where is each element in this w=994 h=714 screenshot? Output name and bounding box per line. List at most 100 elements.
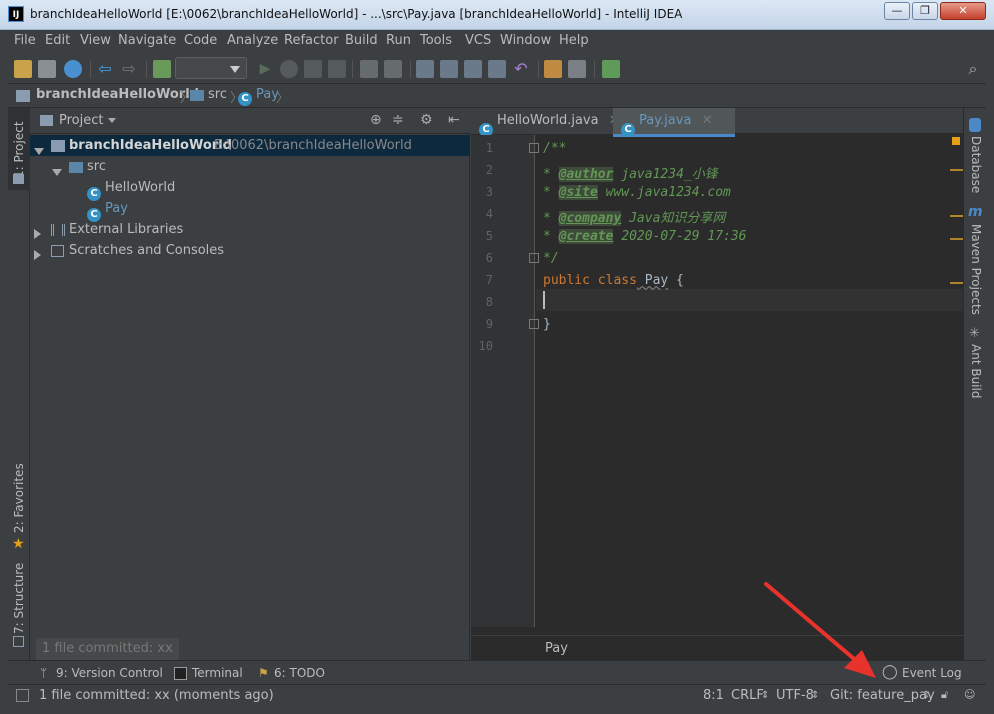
code-line-2[interactable]: * @author java1234_小锋 xyxy=(543,163,718,182)
maximize-button[interactable]: ❐ xyxy=(912,2,938,20)
fold-marker-icon[interactable] xyxy=(529,143,539,153)
tree-root-path: E:\0062\branchIdeaHelloWorld xyxy=(214,138,412,153)
hide-panel-icon[interactable]: ⇤ xyxy=(448,112,460,128)
status-message[interactable]: 1 file committed: xx (moments ago) xyxy=(39,688,274,703)
menu-file[interactable]: File xyxy=(14,33,36,48)
settings-wrench-icon[interactable] xyxy=(544,60,562,78)
expand-arrow-icon[interactable] xyxy=(34,245,41,266)
tree-root-name: branchIdeaHelloWorld xyxy=(69,138,232,153)
collapse-all-icon[interactable]: ≑ xyxy=(392,112,404,128)
back-arrow-icon[interactable]: ⇦ xyxy=(96,60,114,78)
code-line-9[interactable]: } xyxy=(543,317,551,332)
gear-icon[interactable]: ⚙ xyxy=(420,112,433,128)
code-line-4[interactable]: * @company Java知识分享网 xyxy=(543,207,725,226)
tab-favorites[interactable]: 2: Favorites xyxy=(12,463,26,533)
source-folder-icon xyxy=(69,162,83,173)
version-control-button[interactable]: 9: Version Control xyxy=(56,666,163,680)
tree-root-row[interactable]: branchIdeaHelloWorld E:\0062\branchIdeaH… xyxy=(30,135,470,156)
lock-icon[interactable]: 🔓︎ xyxy=(941,688,948,702)
build-icon[interactable] xyxy=(153,60,171,78)
menu-build[interactable]: Build xyxy=(345,33,378,48)
menu-help[interactable]: Help xyxy=(559,33,589,48)
sync-icon[interactable] xyxy=(64,60,82,78)
line-number: 7 xyxy=(485,273,493,287)
code-line-7[interactable]: public class Pay { xyxy=(543,273,684,288)
revert-icon[interactable]: ↶ xyxy=(512,60,530,78)
line-number: 1 xyxy=(485,141,493,155)
tab-pay[interactable]: C Pay.java ✕ xyxy=(613,108,735,137)
tab-maven-projects[interactable]: Maven Projects xyxy=(969,224,983,315)
menu-view[interactable]: View xyxy=(80,33,111,48)
menu-edit[interactable]: Edit xyxy=(45,33,70,48)
event-log-button[interactable]: Event Log xyxy=(902,666,962,680)
open-folder-icon[interactable] xyxy=(14,60,32,78)
stop-icon[interactable] xyxy=(328,60,346,78)
warning-marker[interactable] xyxy=(950,282,963,284)
caret-position[interactable]: 8:1 xyxy=(703,688,724,703)
breadcrumb-class[interactable]: Pay xyxy=(545,641,568,656)
menu-vcs[interactable]: VCS xyxy=(465,33,491,48)
close-tab-icon[interactable]: ✕ xyxy=(702,113,713,128)
menu-run[interactable]: Run xyxy=(386,33,411,48)
run-config-dropdown[interactable] xyxy=(175,57,247,79)
tab-structure[interactable]: 7: Structure xyxy=(12,563,26,634)
tree-row-external-libraries[interactable]: External Libraries xyxy=(30,219,470,240)
menu-refactor[interactable]: Refactor xyxy=(284,33,339,48)
menu-window[interactable]: Window xyxy=(500,33,551,48)
warning-marker[interactable] xyxy=(950,215,963,217)
tab-project[interactable]: 1: Project xyxy=(12,121,26,178)
code-line-1[interactable]: /** xyxy=(543,141,566,156)
code-line-5[interactable]: * @create 2020-07-29 17:36 xyxy=(543,229,747,244)
tab-database[interactable]: Database xyxy=(969,136,983,193)
encoding-selector[interactable]: UTF-8 xyxy=(776,688,814,703)
debug-icon[interactable] xyxy=(280,60,298,78)
history-icon[interactable] xyxy=(488,60,506,78)
git-branch-selector[interactable]: Git: feature_pay xyxy=(830,688,935,703)
todo-button[interactable]: 6: TODO xyxy=(274,666,325,680)
nav-project[interactable]: branchIdeaHelloWorld xyxy=(36,87,199,102)
tab-ant-build[interactable]: Ant Build xyxy=(969,344,983,398)
search-everywhere-icon[interactable]: ⌕ xyxy=(964,60,982,78)
vcs-update-icon[interactable] xyxy=(360,60,378,78)
minimize-button[interactable]: — xyxy=(884,2,910,20)
vcs-commit-icon[interactable] xyxy=(384,60,402,78)
fold-marker-icon[interactable] xyxy=(529,319,539,329)
run-icon[interactable]: ▶ xyxy=(256,60,274,78)
branch-icon[interactable] xyxy=(440,60,458,78)
tree-row-scratches[interactable]: Scratches and Consoles xyxy=(30,240,470,261)
toggle-tool-buttons-icon[interactable] xyxy=(16,689,29,702)
line-number: 4 xyxy=(485,207,493,221)
warning-marker[interactable] xyxy=(950,238,963,240)
menu-code[interactable]: Code xyxy=(184,33,217,48)
project-view-selector[interactable]: Project xyxy=(59,113,103,128)
close-window-button[interactable]: ✕ xyxy=(940,2,986,20)
code-line-3[interactable]: * @site www.java1234.com xyxy=(543,185,731,200)
project-structure-icon[interactable] xyxy=(568,60,586,78)
coverage-icon[interactable] xyxy=(304,60,322,78)
locate-file-icon[interactable]: ⊕ xyxy=(370,112,382,128)
save-all-icon[interactable] xyxy=(38,60,56,78)
tree-row-pay[interactable]: C Pay xyxy=(30,198,470,222)
compare-icon[interactable] xyxy=(416,60,434,78)
sdk-download-icon[interactable] xyxy=(602,60,620,78)
menu-tools[interactable]: Tools xyxy=(420,33,452,48)
tree-helloworld-label: HelloWorld xyxy=(105,180,176,195)
tree-row-src[interactable]: src xyxy=(30,156,470,177)
terminal-button[interactable]: Terminal xyxy=(192,666,243,680)
fold-marker-icon[interactable] xyxy=(529,253,539,263)
code-line-6[interactable]: */ xyxy=(543,251,559,266)
arrow-shaft xyxy=(764,582,862,666)
inspector-icon[interactable]: ☺︎ xyxy=(964,688,975,701)
chevron-down-icon[interactable] xyxy=(108,118,116,123)
menu-navigate[interactable]: Navigate xyxy=(118,33,176,48)
warning-marker[interactable] xyxy=(950,169,963,171)
menu-analyze[interactable]: Analyze xyxy=(227,33,278,48)
menu-bar: File Edit View Navigate Code Analyze Ref… xyxy=(8,30,986,54)
terminal-icon xyxy=(174,667,187,680)
push-icon[interactable] xyxy=(464,60,482,78)
line-separator-selector[interactable]: CRLF xyxy=(731,688,764,703)
tree-row-helloworld[interactable]: C HelloWorld xyxy=(30,177,470,201)
forward-arrow-icon[interactable]: ⇨ xyxy=(120,60,138,78)
analysis-status-icon[interactable] xyxy=(952,137,960,145)
nav-src[interactable]: src xyxy=(208,87,227,102)
